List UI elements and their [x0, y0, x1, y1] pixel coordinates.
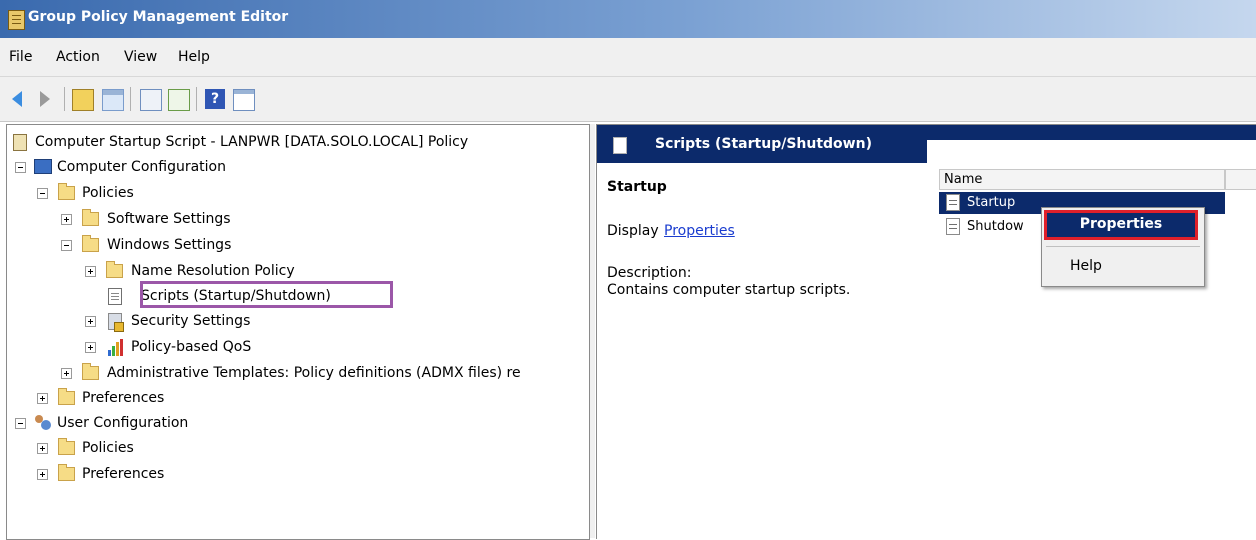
- expand-icon[interactable]: [37, 443, 48, 454]
- menu-view[interactable]: View: [124, 49, 157, 65]
- toolbar-separator: [130, 87, 131, 111]
- menu-help[interactable]: Help: [178, 49, 210, 65]
- tree-label: Administrative Templates: Policy definit…: [107, 365, 521, 381]
- menu-bar: File Action View Help: [0, 38, 1256, 77]
- tree-label: Software Settings: [107, 211, 231, 227]
- window-title: Group Policy Management Editor: [28, 9, 289, 25]
- tree-label: Preferences: [82, 390, 165, 406]
- script-icon: [613, 137, 627, 154]
- column-header-blank[interactable]: [1225, 169, 1256, 190]
- forward-icon[interactable]: [40, 91, 50, 107]
- group-policy-editor-icon: [8, 10, 25, 30]
- users-icon: [34, 415, 52, 431]
- details-heading: Startup: [607, 179, 667, 195]
- description-label: Description:: [607, 265, 692, 281]
- expand-icon[interactable]: [37, 469, 48, 480]
- pane-splitter[interactable]: [590, 124, 595, 538]
- folder-icon: [58, 183, 75, 200]
- toolbar-separator: [64, 87, 65, 111]
- help-icon[interactable]: ?: [205, 89, 225, 109]
- expand-icon[interactable]: [37, 393, 48, 404]
- selection-highlight-box: [140, 281, 393, 308]
- tree-label: Policies: [82, 440, 134, 456]
- collapse-icon[interactable]: [15, 162, 26, 173]
- policy-icon: [13, 134, 27, 151]
- description-text: Contains computer startup scripts.: [607, 282, 851, 298]
- column-header-label: Name: [944, 172, 983, 187]
- folder-icon: [82, 363, 99, 380]
- tree-label: Policy-based QoS: [131, 339, 252, 355]
- folder-icon: [82, 235, 99, 252]
- context-menu-help[interactable]: Help: [1070, 258, 1102, 274]
- collapse-icon[interactable]: [15, 418, 26, 429]
- expand-icon[interactable]: [61, 368, 72, 379]
- tree-root-label: Computer Startup Script - LANPWR [DATA.S…: [35, 134, 469, 150]
- qos-bar-chart-icon: [107, 339, 125, 356]
- properties-link[interactable]: Properties: [664, 223, 735, 239]
- tree-label: Windows Settings: [107, 237, 232, 253]
- scripts-list: Name Startup Shutdow: [927, 140, 1256, 539]
- tree-label: Policies: [82, 185, 134, 201]
- collapse-icon[interactable]: [61, 240, 72, 251]
- toolbar-separator: [196, 87, 197, 111]
- context-menu: Properties Help: [1041, 207, 1205, 287]
- script-icon: [946, 194, 960, 211]
- details-pane: Scripts (Startup/Shutdown) Startup Displ…: [596, 124, 1256, 539]
- folder-icon: [58, 464, 75, 481]
- folder-icon: [106, 261, 123, 278]
- menu-action[interactable]: Action: [56, 49, 100, 65]
- expand-icon[interactable]: [85, 316, 96, 327]
- context-menu-properties[interactable]: Properties: [1044, 210, 1198, 240]
- security-lock-icon: [108, 313, 124, 332]
- title-bar: Group Policy Management Editor: [0, 0, 1256, 38]
- menu-file[interactable]: File: [9, 49, 32, 65]
- tree-label: User Configuration: [57, 415, 189, 431]
- properties-list-icon[interactable]: [140, 89, 162, 111]
- tree-label: Security Settings: [131, 313, 251, 329]
- expand-icon[interactable]: [61, 214, 72, 225]
- folder-icon: [58, 438, 75, 455]
- list-item-label: Shutdow: [967, 219, 1024, 234]
- expand-icon[interactable]: [85, 342, 96, 353]
- script-icon: [108, 288, 122, 305]
- up-folder-icon[interactable]: [72, 89, 94, 111]
- list-item-label: Startup: [967, 195, 1016, 210]
- tree-label: Computer Configuration: [57, 159, 226, 175]
- back-icon[interactable]: [12, 91, 22, 107]
- toolbar: ?: [0, 77, 1256, 122]
- context-menu-separator: [1046, 246, 1200, 247]
- tree-label: Preferences: [82, 466, 165, 482]
- column-header-name[interactable]: Name: [939, 169, 1225, 190]
- tree-label: Name Resolution Policy: [131, 263, 295, 279]
- script-icon: [946, 218, 960, 235]
- console-tree-icon[interactable]: [233, 89, 255, 111]
- computer-icon: [34, 159, 52, 174]
- display-label: Display: [607, 223, 659, 239]
- folder-icon: [58, 388, 75, 405]
- expand-icon[interactable]: [85, 266, 96, 277]
- export-icon[interactable]: [168, 89, 190, 111]
- folder-icon: [82, 209, 99, 226]
- details-header-title: Scripts (Startup/Shutdown): [655, 136, 872, 152]
- show-hide-tree-icon[interactable]: [102, 89, 124, 111]
- collapse-icon[interactable]: [37, 188, 48, 199]
- console-tree: Computer Startup Script - LANPWR [DATA.S…: [6, 124, 590, 540]
